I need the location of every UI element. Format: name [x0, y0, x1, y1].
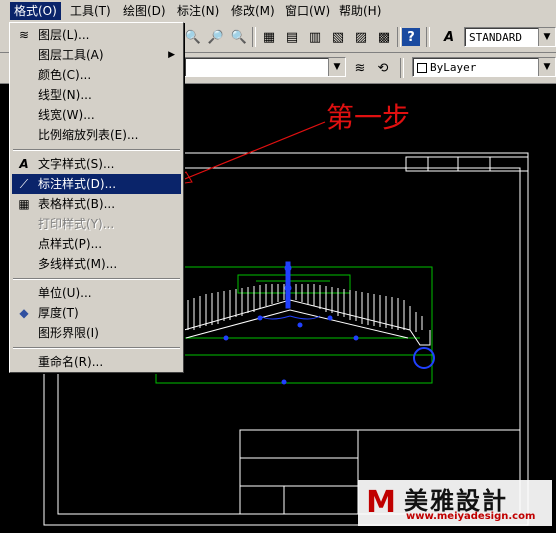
menu-item-rename[interactable]: 重命名(R)... — [12, 352, 181, 372]
zoom-realtime-icon[interactable]: 🔍 — [182, 26, 204, 48]
menu-tools[interactable]: 工具(T) — [66, 2, 115, 20]
menu-item-thickness[interactable]: ◆ 厚度(T) — [12, 303, 181, 323]
menu-item-lineweight[interactable]: 线宽(W)... — [12, 105, 181, 125]
help-icon[interactable]: ? — [402, 28, 420, 46]
text-style-icon: A — [19, 157, 29, 171]
menu-item-dimension-style[interactable]: ⟋ 标注样式(D)... — [12, 174, 181, 194]
layers-icon: ≋ — [18, 28, 30, 42]
menu-item-drawing-limits[interactable]: 图形界限(I) — [12, 323, 181, 343]
menu-item-point-style[interactable]: 点样式(P)... — [12, 234, 181, 254]
menu-separator — [13, 149, 180, 151]
make-object-layer-current-icon[interactable]: ≋ — [349, 57, 371, 79]
color-swatch-icon — [417, 63, 427, 73]
menu-item-units[interactable]: 单位(U)... — [12, 283, 181, 303]
menu-help[interactable]: 帮助(H) — [335, 2, 385, 20]
menu-item-color[interactable]: 颜色(C)... — [12, 65, 181, 85]
menu-separator — [13, 347, 180, 349]
thickness-icon: ◆ — [19, 306, 29, 320]
menu-item-table-style[interactable]: ▦ 表格样式(B)... — [12, 194, 181, 214]
color-value: ByLayer — [430, 61, 477, 74]
watermark-logo: M 美雅設計 www.meiyadesign.com — [358, 480, 552, 526]
logo-url: www.meiyadesign.com — [406, 511, 536, 522]
toolbar-separator — [426, 27, 430, 47]
table-style-icon: ▦ — [18, 197, 30, 211]
step-annotation: 第一步 — [326, 101, 411, 134]
menu-modify[interactable]: 修改(M) — [227, 2, 279, 20]
zoom-previous-icon[interactable]: 🔍 — [228, 26, 250, 48]
submenu-arrow-icon: ▶ — [168, 50, 175, 60]
zoom-window-icon[interactable]: 🔎 — [205, 26, 227, 48]
menu-item-plot-style: 打印样式(Y)... — [38, 217, 115, 231]
layer-combo[interactable]: ▼ — [184, 57, 346, 77]
color-combo[interactable]: ByLayer ▼ — [412, 57, 556, 77]
menu-separator — [13, 278, 180, 280]
toolbar-separator — [400, 58, 404, 78]
logo-mark-icon: M — [366, 485, 396, 520]
menu-item-linetype[interactable]: 线型(N)... — [12, 85, 181, 105]
toolbar-separator — [252, 27, 256, 47]
dim-style-icon: ⟋ — [19, 177, 29, 191]
menu-item-layer-tools[interactable]: 图层工具(A) ▶ — [12, 45, 181, 65]
menu-item-layer[interactable]: ≋ 图层(L)... — [12, 25, 181, 45]
menu-item-text-style[interactable]: A 文字样式(S)... — [12, 154, 181, 174]
toolbar-separator — [397, 27, 401, 47]
heatsink-drawing — [155, 261, 435, 385]
chevron-down-icon[interactable]: ▼ — [538, 58, 555, 76]
text-style-icon: A — [443, 29, 455, 45]
chevron-down-icon[interactable]: ▼ — [328, 58, 345, 76]
menu-format[interactable]: 格式(O) — [10, 2, 61, 20]
menu-item-scale-list[interactable]: 比例缩放列表(E)... — [12, 125, 181, 145]
menu-dimension[interactable]: 标注(N) — [173, 2, 223, 20]
menu-bar: 格式(O) 工具(T) 绘图(D) 标注(N) 修改(M) 窗口(W) 帮助(H… — [0, 0, 556, 23]
text-style-combo[interactable]: STANDARD ▼ — [464, 27, 556, 47]
calculator-icon[interactable]: ▩ — [373, 26, 395, 48]
title-block-top — [405, 156, 529, 172]
design-center-icon[interactable]: ▤ — [281, 26, 303, 48]
markup-icon[interactable]: ▨ — [350, 26, 372, 48]
chevron-down-icon[interactable]: ▼ — [538, 28, 555, 46]
menu-draw[interactable]: 绘图(D) — [119, 2, 170, 20]
menu-item-multiline-style[interactable]: 多线样式(M)... — [12, 254, 181, 274]
tool-palettes-icon[interactable]: ▥ — [304, 26, 326, 48]
properties-icon[interactable]: ▦ — [258, 26, 280, 48]
menu-window[interactable]: 窗口(W) — [281, 2, 334, 20]
text-style-value: STANDARD — [469, 31, 522, 44]
layer-previous-icon[interactable]: ⟲ — [372, 57, 394, 79]
sheet-set-icon[interactable]: ▧ — [327, 26, 349, 48]
format-menu: ≋ 图层(L)... 图层工具(A) ▶ 颜色(C)... 线型(N)... 线宽(… — [9, 22, 184, 373]
